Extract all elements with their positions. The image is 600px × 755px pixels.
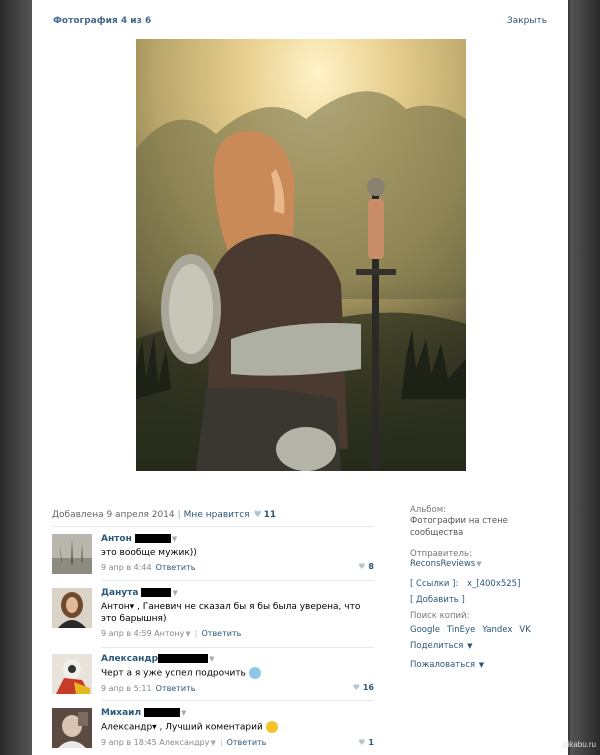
chevron-down-icon[interactable]: ▼: [172, 589, 177, 597]
search-vk[interactable]: VK: [519, 625, 530, 635]
avatar[interactable]: [52, 654, 92, 694]
reply-to[interactable]: Антону: [154, 629, 184, 638]
heart-icon[interactable]: ♥: [353, 683, 360, 692]
reply-to[interactable]: Александру: [159, 738, 209, 747]
add-link[interactable]: [ Добавить ]: [410, 595, 465, 605]
added-date: Добавлена 9 апреля 2014: [52, 510, 175, 520]
comment-likes[interactable]: ♥ 8: [358, 562, 374, 571]
viewer-title: Фотография 4 из 6: [53, 16, 152, 26]
comment-text: это вообще мужик)): [101, 548, 197, 558]
comment-date: 9 апр в 5:11: [101, 683, 152, 693]
heart-icon[interactable]: ♥: [254, 510, 262, 520]
reply-link[interactable]: Ответить: [227, 738, 267, 747]
laughing-face-icon: [265, 721, 278, 733]
sender-link[interactable]: ReconsReviews: [410, 559, 475, 569]
size-link[interactable]: x_[400x525]: [467, 579, 520, 589]
divider: [101, 647, 374, 648]
share-dropdown[interactable]: Поделиться ▼: [410, 641, 530, 651]
backdrop-right: [570, 0, 600, 755]
search-copies-label: Поиск копий:: [410, 611, 470, 621]
comment-item: Данута ▼ Антон▾ , Ганевич не сказал бы я …: [52, 588, 374, 642]
chevron-down-icon[interactable]: ▼: [181, 709, 186, 717]
scared-face-icon: [248, 667, 261, 679]
divider: [52, 526, 374, 527]
like-link[interactable]: Мне нравится: [184, 510, 250, 520]
watermark: pikabu.ru: [563, 740, 596, 749]
divider: [101, 580, 374, 581]
divider: [101, 700, 374, 701]
links-label[interactable]: [ Ссылки ]:: [410, 579, 458, 589]
comment-author[interactable]: Антон: [101, 534, 132, 544]
comment-date: 9 апр в 18:45: [101, 737, 157, 747]
album-value[interactable]: Фотографии на стене сообщества: [410, 515, 530, 539]
chevron-down-icon: ▼: [478, 661, 485, 669]
photo-viewer-sheet: Фотография 4 из 6 Закрыть Добавлена 9 ап…: [32, 0, 568, 755]
comment-text: Антон▾ , Ганевич не сказал бы я бы была …: [101, 602, 361, 624]
reply-link[interactable]: Ответить: [156, 684, 196, 693]
heart-icon[interactable]: ♥: [358, 738, 365, 747]
photo-info-sidebar: Альбом: Фотографии на стене сообщества О…: [410, 505, 531, 679]
redacted-surname: [158, 654, 209, 663]
photo-meta: Добавлена 9 апреля 2014 | Мне нравится ♥ 11: [52, 510, 277, 520]
comment-likes[interactable]: ♥ 1: [358, 738, 374, 747]
comment-likes[interactable]: ♥ 16: [353, 683, 374, 692]
main-photo[interactable]: [136, 39, 466, 471]
comment-date: 9 апр в 4:44: [101, 563, 152, 572]
comment-author[interactable]: Данута: [101, 588, 138, 598]
search-yandex[interactable]: Yandex: [482, 625, 512, 635]
comment-item: Михаил ▼ Александр▾ , Лучший коментарий 9…: [52, 708, 374, 752]
sender-label: Отправитель:: [410, 549, 472, 559]
comment-text: Александр▾ , Лучший коментарий: [101, 722, 263, 733]
reply-link[interactable]: Ответить: [201, 629, 241, 638]
chevron-down-icon[interactable]: ▼: [172, 535, 177, 543]
chevron-down-icon[interactable]: ▼: [185, 630, 190, 638]
comment-item: Александр ▼ Черт а я уже успел подрочить …: [52, 654, 374, 694]
avatar[interactable]: [52, 708, 92, 748]
comment-author[interactable]: Александр: [101, 654, 158, 664]
backdrop-left: [0, 0, 32, 755]
comment-author[interactable]: Михаил: [101, 708, 141, 718]
like-count: 11: [263, 510, 277, 520]
chevron-down-icon[interactable]: ▼: [209, 655, 214, 663]
avatar[interactable]: [52, 534, 92, 574]
comment-item: Антон ▼ это вообще мужик)) 9 апр в 4:44 От…: [52, 534, 374, 574]
close-link[interactable]: Закрыть: [507, 16, 547, 26]
redacted-surname: [134, 534, 171, 543]
redacted-surname: [141, 588, 172, 597]
heart-icon[interactable]: ♥: [358, 562, 365, 571]
chevron-down-icon[interactable]: ▼: [476, 560, 481, 568]
reply-link[interactable]: Ответить: [156, 563, 196, 572]
album-label: Альбом:: [410, 505, 446, 515]
chevron-down-icon: ▼: [467, 642, 473, 650]
comment-text: Черт а я уже успел подрочить: [101, 668, 246, 679]
search-google[interactable]: Google: [410, 625, 440, 635]
avatar[interactable]: [52, 588, 92, 628]
chevron-down-icon[interactable]: ▼: [210, 739, 215, 747]
report-dropdown[interactable]: Пожаловаться ▼: [410, 660, 530, 670]
redacted-surname: [144, 708, 181, 717]
comment-date: 9 апр в 4:59: [101, 629, 152, 638]
search-tineye[interactable]: TinEye: [447, 625, 475, 635]
